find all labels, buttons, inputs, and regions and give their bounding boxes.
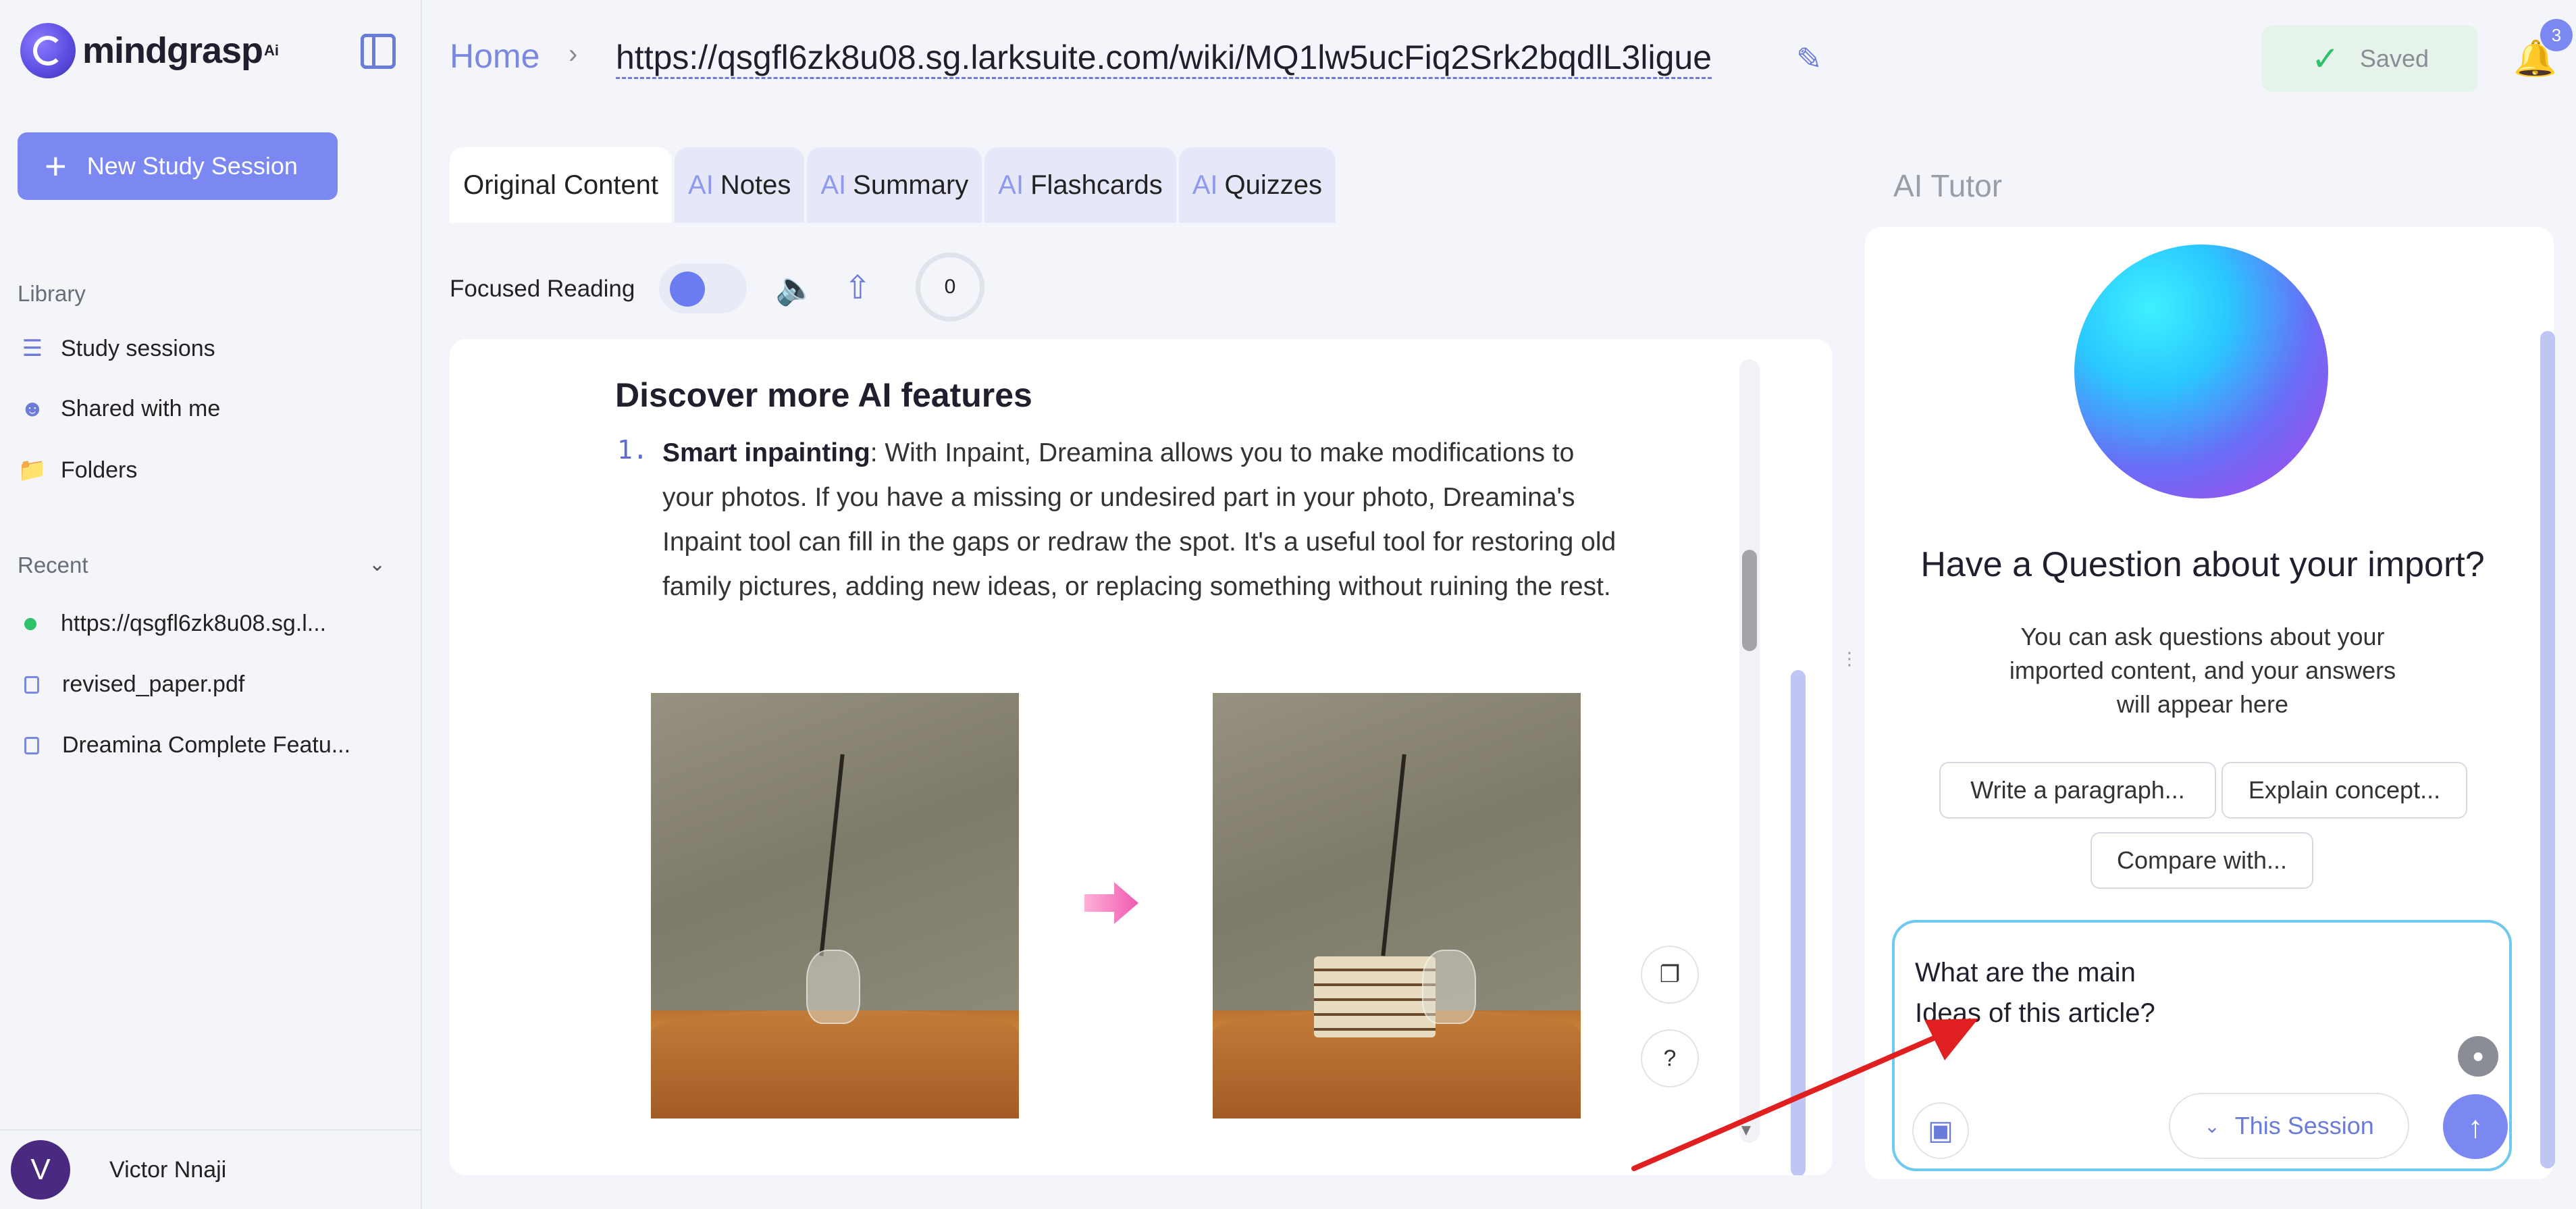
new-study-session-button[interactable]: + New Study Session — [18, 132, 338, 200]
recent-item-label: revised_paper.pdf — [62, 671, 245, 697]
tab-label: Quizzes — [1224, 170, 1323, 200]
tab-ai-prefix: AI — [1192, 170, 1218, 200]
logo[interactable]: mindgrasp Ai — [20, 23, 279, 78]
saved-status-badge: ✓ Saved — [2262, 26, 2478, 92]
avatar: V — [11, 1140, 70, 1200]
resize-handle-icon[interactable]: ⋮ — [1841, 648, 1858, 669]
tutor-scrollbar[interactable] — [2540, 331, 2555, 1168]
users-icon: ☻ — [20, 396, 45, 421]
item-title: Smart inpainting — [662, 438, 870, 467]
checkmark-icon: ✓ — [2311, 40, 2340, 78]
user-name: Victor Nnaji — [109, 1156, 227, 1183]
suggestion-chip[interactable]: Compare with... — [2091, 832, 2313, 889]
content-paragraph: Smart inpainting: With Inpaint, Dreamina… — [662, 431, 1621, 609]
sidebar-item-label: Folders — [61, 457, 138, 483]
new-study-session-label: New Study Session — [86, 152, 298, 180]
saved-label: Saved — [2359, 45, 2429, 72]
recent-item[interactable]: revised_paper.pdf — [24, 671, 244, 698]
focused-reading-toggle[interactable] — [659, 263, 747, 313]
tab-label: Flashcards — [1030, 170, 1163, 200]
document-icon — [24, 736, 39, 754]
pencil-icon[interactable]: ✎ — [1796, 41, 1822, 77]
session-scope-dropdown[interactable]: ⌄ This Session — [2169, 1093, 2409, 1159]
status-dot-icon — [24, 617, 36, 630]
copy-icon[interactable]: ❐ — [1641, 946, 1699, 1004]
document-icon — [24, 675, 39, 694]
content-scrollbar-thumb[interactable] — [1742, 550, 1757, 651]
tab-label: Original Content — [463, 170, 659, 200]
recent-item[interactable]: https://qsgfl6zk8u08.sg.l... — [24, 611, 326, 637]
bot-icon[interactable]: ● — [2458, 1036, 2498, 1077]
logo-superscript: Ai — [264, 42, 280, 59]
focused-reading-label: Focused Reading — [450, 276, 635, 302]
tab-label: Notes — [720, 170, 791, 200]
ai-orb-icon — [2074, 245, 2328, 498]
list-number: 1. — [617, 435, 648, 465]
toggle-knob — [670, 272, 705, 307]
recent-item-label: Dreamina Complete Featu... — [62, 732, 351, 758]
sidebar-item-label: Shared with me — [61, 396, 221, 421]
tab-label: Summary — [853, 170, 969, 200]
plus-icon: + — [45, 145, 67, 187]
before-image — [651, 693, 1019, 1118]
speaker-icon[interactable]: 🔈 — [775, 269, 816, 307]
arrow-right-icon — [1084, 882, 1138, 924]
folder-icon: 📁 — [18, 457, 47, 483]
recent-heading: Recent — [18, 552, 88, 577]
sidebar-item-study-sessions[interactable]: ☰ Study sessions — [18, 335, 215, 362]
tab-ai-prefix: AI — [688, 170, 714, 200]
suggestion-chip[interactable]: Write a paragraph... — [1939, 762, 2216, 819]
tab-original-content[interactable]: Original Content — [450, 147, 673, 223]
breadcrumb-url[interactable]: https://qsgfl6zk8u08.sg.larksuite.com/wi… — [616, 38, 1712, 79]
content-tabs: Original Content AI Notes AI Summary AI … — [450, 147, 1338, 223]
sidebar-item-folders[interactable]: 📁 Folders — [18, 457, 138, 484]
sidebar-item-shared-with-me[interactable]: ☻ Shared with me — [18, 396, 220, 422]
reading-progress-ring: 0 — [916, 253, 984, 321]
recent-item[interactable]: Dreamina Complete Featu... — [24, 732, 350, 758]
notification-count-badge: 3 — [2540, 19, 2573, 51]
share-icon[interactable]: ⇧ — [844, 269, 871, 307]
suggestion-chip[interactable]: Explain concept... — [2222, 762, 2467, 819]
sidebar: mindgrasp Ai + New Study Session Library… — [0, 0, 422, 1209]
annotation-arrow — [1631, 1019, 1978, 1171]
tab-ai-quizzes[interactable]: AI Quizzes — [1178, 147, 1336, 223]
library-heading: Library — [18, 281, 86, 306]
library-icon: ☰ — [22, 336, 43, 361]
recent-item-label: https://qsgfl6zk8u08.sg.l... — [61, 611, 327, 636]
tutor-question-heading: Have a Question about your import? — [1920, 545, 2485, 584]
mindgrasp-logo-icon — [20, 23, 76, 78]
logo-text: mindgrasp — [82, 30, 263, 71]
sidebar-item-label: Study sessions — [61, 335, 215, 361]
chevron-down-icon[interactable]: ⌄ — [369, 552, 386, 576]
tab-ai-prefix: AI — [998, 170, 1024, 200]
after-image — [1213, 693, 1581, 1118]
content-heading: Discover more AI features — [615, 376, 1032, 414]
breadcrumb-home[interactable]: Home — [450, 36, 540, 76]
user-profile[interactable]: V Victor Nnaji — [0, 1129, 421, 1209]
chevron-right-icon: › — [569, 39, 578, 69]
session-scope-label: This Session — [2234, 1112, 2374, 1139]
sidebar-toggle-icon[interactable] — [361, 34, 396, 69]
tab-ai-flashcards[interactable]: AI Flashcards — [984, 147, 1176, 223]
send-button[interactable]: ↑ — [2443, 1094, 2508, 1159]
tab-ai-notes[interactable]: AI Notes — [675, 147, 805, 223]
ai-tutor-title: AI Tutor — [1893, 168, 2003, 203]
tab-ai-prefix: AI — [820, 170, 847, 200]
chevron-down-icon: ⌄ — [2204, 1115, 2220, 1137]
tutor-description: You can ask questions about your importe… — [2009, 623, 2396, 718]
tab-ai-summary[interactable]: AI Summary — [807, 147, 982, 223]
